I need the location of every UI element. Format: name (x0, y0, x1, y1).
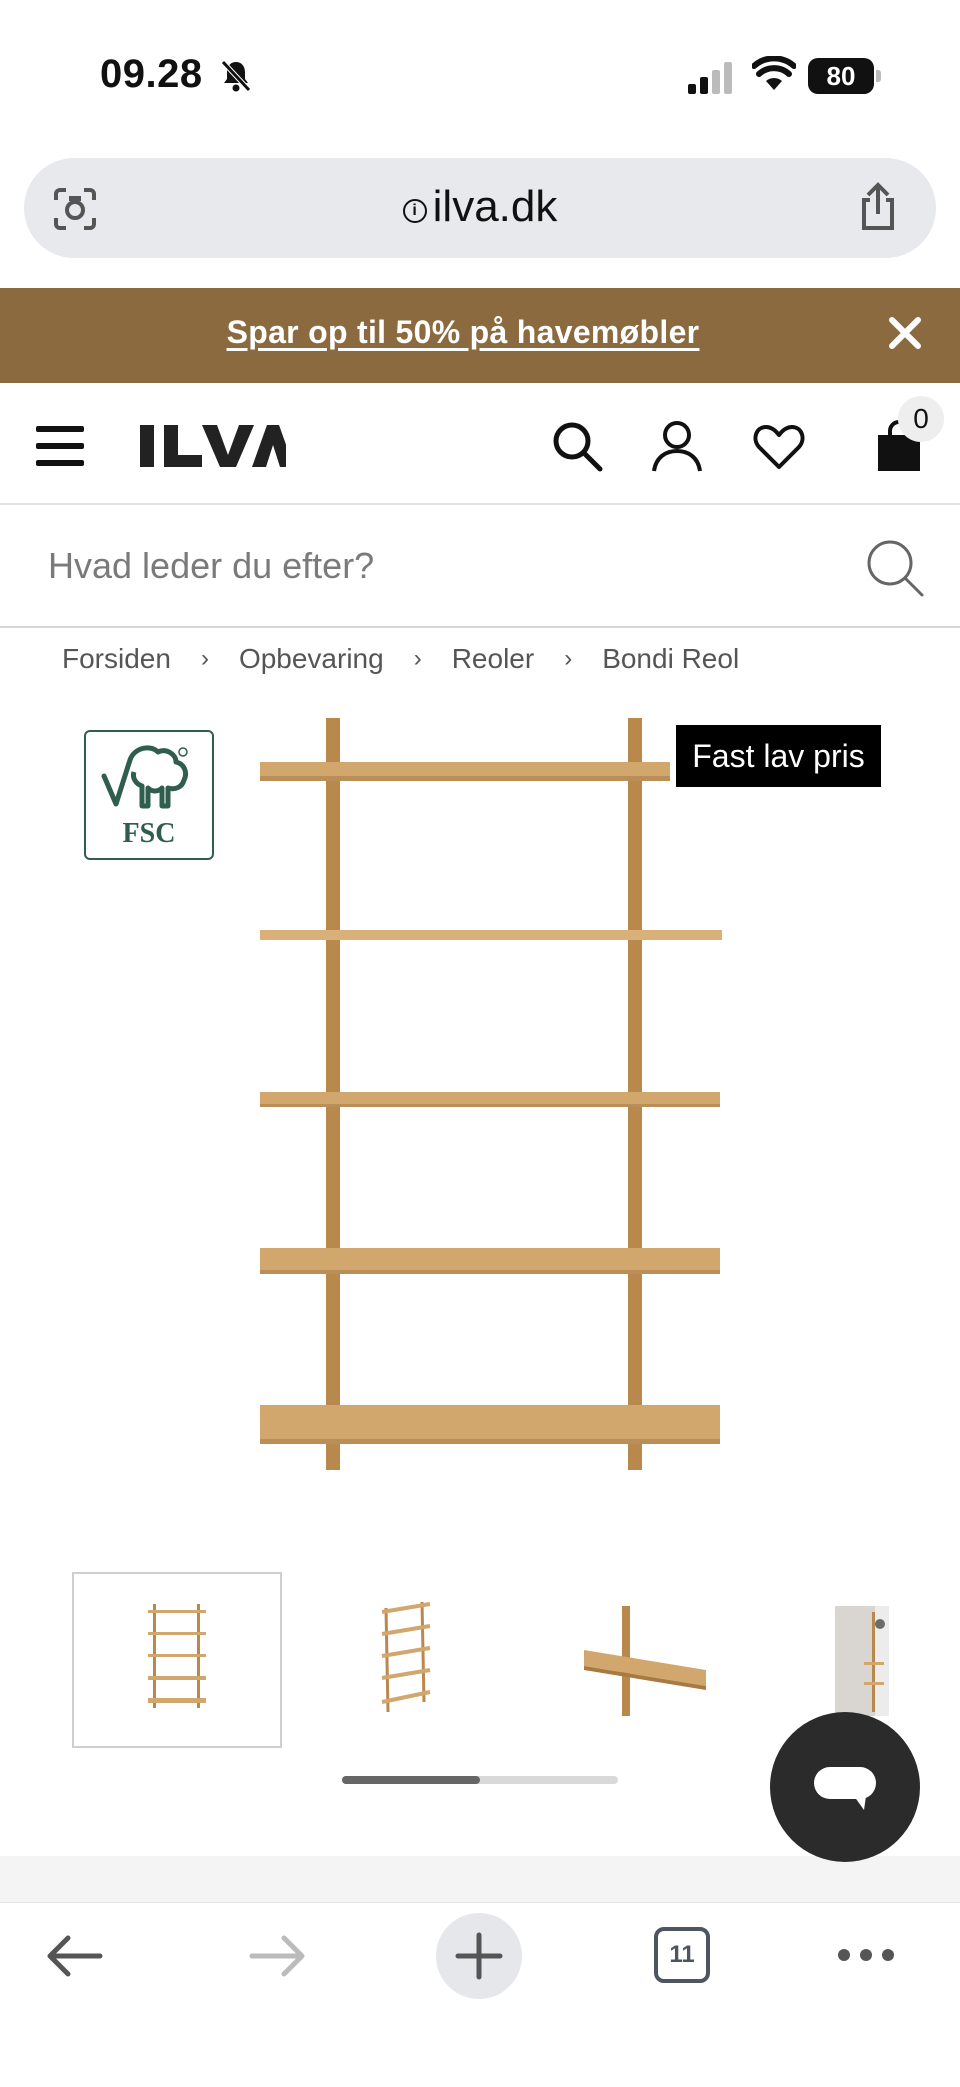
muted-bell-icon (221, 60, 251, 92)
chevron-right-icon: › (200, 645, 209, 672)
info-icon[interactable]: i (402, 199, 427, 223)
url-display[interactable]: i ilva.dk (24, 182, 936, 232)
gallery-thumbnail[interactable] (302, 1572, 512, 1748)
site-header (0, 383, 960, 505)
browser-toolbar: 11 (0, 1902, 960, 2087)
breadcrumb-item[interactable]: Forsiden (62, 643, 171, 675)
tabs-icon[interactable]: 11 (654, 1927, 710, 1983)
status-time: 09.28 (100, 52, 203, 96)
gallery-scrollbar-thumb[interactable] (342, 1776, 480, 1784)
promo-link[interactable]: Spar op til 50% på havemøbler (0, 314, 926, 351)
breadcrumb-item[interactable]: Opbevaring (239, 643, 384, 675)
breadcrumb-item[interactable]: Reoler (452, 643, 534, 675)
search-submit-icon[interactable] (864, 537, 926, 599)
address-bar[interactable]: i ilva.dk (24, 158, 936, 258)
url-text: ilva.dk (432, 182, 558, 231)
ilva-logo[interactable] (140, 423, 286, 469)
search-input[interactable] (48, 541, 828, 591)
chevron-right-icon: › (413, 645, 422, 672)
plus-icon (455, 1932, 503, 1980)
chat-button[interactable] (770, 1712, 920, 1862)
fsc-label: FSC (123, 818, 176, 849)
more-icon[interactable] (836, 1947, 896, 1963)
promo-banner: Spar op til 50% på havemøbler (0, 288, 960, 383)
battery-indicator: 80 (808, 58, 881, 94)
signal-icon (688, 62, 732, 94)
cart-count-badge[interactable]: 0 (898, 396, 944, 442)
breadcrumb: Forsiden › Opbevaring › Reoler › Bondi R… (62, 643, 739, 675)
fsc-certification-badge: FSC (84, 730, 214, 860)
chat-icon (814, 1767, 876, 1810)
status-bar: 09.28 80 (0, 0, 960, 150)
search-bar (0, 505, 960, 628)
gallery-scrollbar[interactable] (342, 1776, 618, 1784)
search-icon[interactable] (550, 419, 604, 473)
breadcrumb-current: Bondi Reol (602, 643, 740, 674)
gallery-thumbnail[interactable] (532, 1572, 742, 1748)
fsc-tree-icon: FSC (101, 745, 189, 849)
close-icon[interactable] (888, 316, 922, 350)
back-arrow-icon[interactable] (44, 1933, 104, 1979)
forward-arrow-icon[interactable] (248, 1933, 308, 1979)
page-section-divider (0, 1856, 960, 1902)
chevron-right-icon: › (564, 645, 573, 672)
share-icon[interactable] (856, 182, 900, 232)
gallery-thumbnail[interactable] (72, 1572, 282, 1748)
heart-icon[interactable] (752, 419, 806, 473)
hamburger-icon[interactable] (36, 426, 84, 466)
user-icon[interactable] (650, 419, 704, 473)
shelf-board (260, 762, 670, 781)
new-tab-button[interactable] (436, 1913, 522, 1999)
wifi-icon (752, 56, 796, 90)
product-main-image[interactable] (250, 710, 730, 1480)
